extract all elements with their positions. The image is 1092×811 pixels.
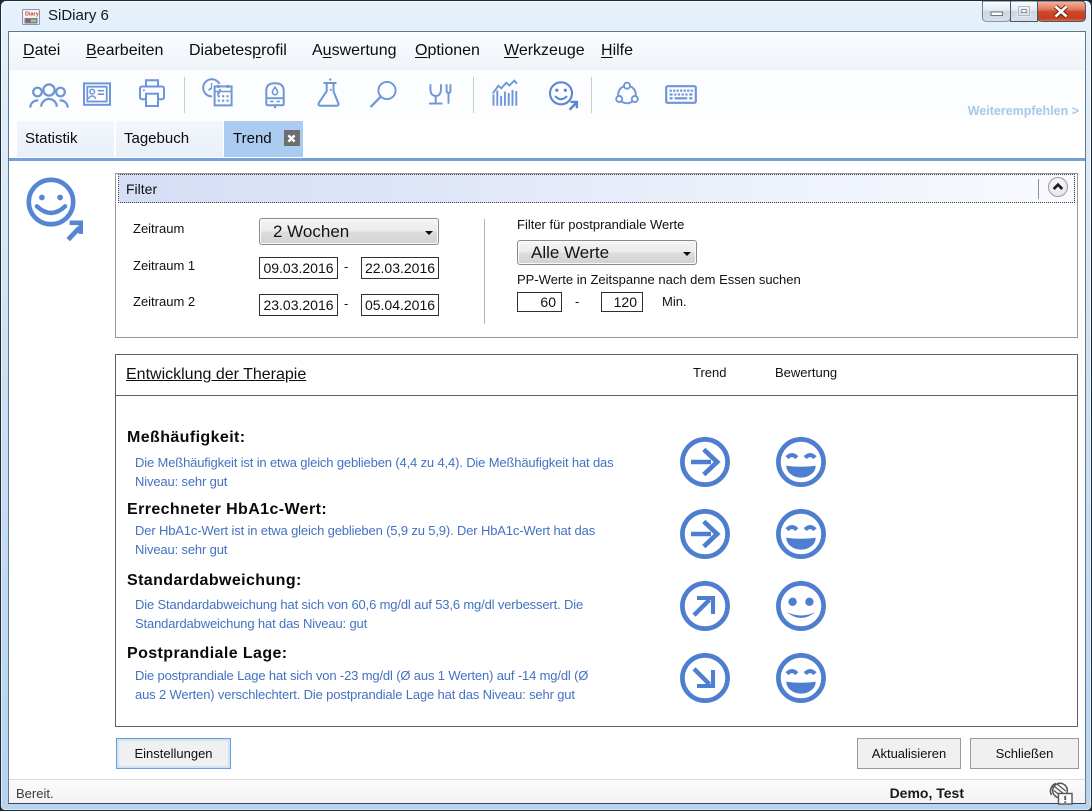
svg-text:Diary: Diary bbox=[25, 12, 40, 18]
